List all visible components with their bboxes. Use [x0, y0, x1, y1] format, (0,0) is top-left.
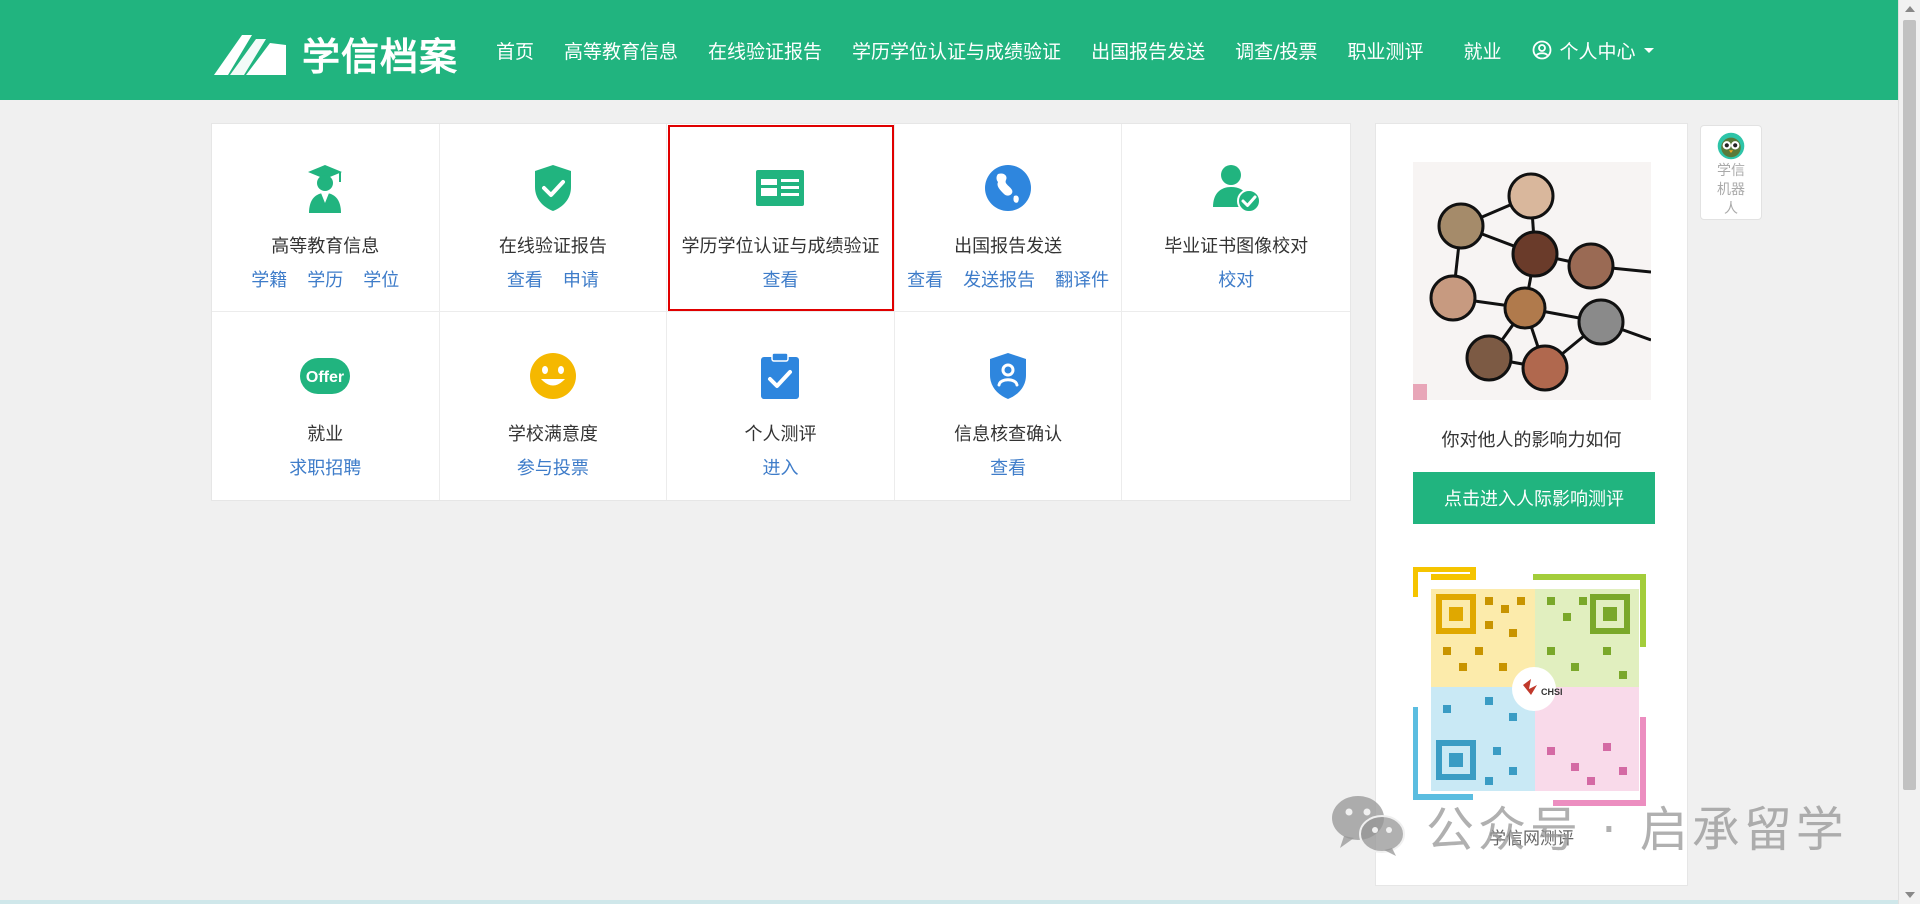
link-enter[interactable]: 进入 [762, 454, 798, 480]
wechat-watermark: 公众号 · 启承留学 [1330, 790, 1848, 860]
shield-user-icon [982, 350, 1034, 402]
link-view[interactable]: 查看 [507, 266, 543, 292]
chevron-down-icon [1643, 47, 1654, 53]
side-panel: 你对他人的影响力如何 点击进入人际影响测评 CHSI 学信网测评 [1375, 123, 1688, 886]
top-header: 学信档案 首页 高等教育信息 在线验证报告 学历学位认证与成绩验证 出国报告发送… [0, 0, 1898, 100]
influence-test-button[interactable]: 点击进入人际影响测评 [1413, 472, 1655, 524]
clipboard-check-icon [754, 350, 806, 402]
influence-caption: 你对他人的影响力如何 [1441, 430, 1622, 451]
owl-robot-icon [1717, 132, 1745, 160]
robot-label: 学信机器人 [1717, 163, 1745, 217]
nav-online-report[interactable]: 在线验证报告 [708, 37, 822, 64]
offer-icon: Offer [299, 350, 351, 402]
service-title: 就业 [307, 424, 344, 445]
nav-home[interactable]: 首页 [496, 37, 534, 64]
service-title: 学校满意度 [507, 424, 598, 445]
service-title: 信息核查确认 [954, 424, 1063, 445]
logo-mark-icon [214, 34, 286, 75]
user-center-label: 个人中心 [1559, 40, 1636, 63]
svg-text:Offer: Offer [306, 369, 344, 386]
nav-employment[interactable]: 就业 [1464, 37, 1502, 64]
service-title: 个人测评 [744, 424, 817, 445]
globe-icon [982, 162, 1034, 214]
nav-abroad-report[interactable]: 出国报告发送 [1091, 37, 1205, 64]
empty-cell [1122, 312, 1350, 500]
service-title: 在线验证报告 [498, 236, 607, 257]
service-employment: Offer 就业 求职招聘 [212, 312, 440, 500]
service-links: 查看 [990, 454, 1026, 480]
service-links: 学籍 学历 学位 [251, 266, 399, 292]
link-proofread[interactable]: 校对 [1218, 266, 1254, 292]
nav-career-test[interactable]: 职业测评 [1347, 37, 1423, 64]
services-grid: 高等教育信息 学籍 学历 学位 在线验证报告 查看 申请 学历学位认证与成绩验证… [211, 123, 1351, 501]
bottom-divider [0, 900, 1898, 904]
link-xuewei[interactable]: 学位 [363, 266, 399, 292]
robot-assistant-button[interactable]: 学信机器人 [1700, 125, 1762, 220]
logo[interactable]: 学信档案 [212, 26, 458, 81]
service-title: 出国报告发送 [954, 236, 1063, 257]
link-xueli[interactable]: 学历 [307, 266, 343, 292]
logo-text: 学信档案 [302, 35, 459, 79]
service-links: 进入 [762, 454, 798, 480]
service-certificate-check: 毕业证书图像校对 校对 [1122, 124, 1350, 312]
service-higher-education: 高等教育信息 学籍 学历 学位 [212, 124, 440, 312]
graduate-icon [299, 162, 351, 214]
scroll-down-icon[interactable] [1905, 892, 1915, 898]
user-center-menu[interactable]: 个人中心 [1532, 37, 1654, 64]
shield-check-icon [527, 162, 579, 214]
watermark-text: 公众号 · 启承留学 [1426, 802, 1848, 858]
service-links: 查看 [762, 266, 798, 292]
qr-code: CHSI [1412, 566, 1655, 811]
link-xueji[interactable]: 学籍 [251, 266, 287, 292]
smiley-icon [527, 350, 579, 402]
link-apply[interactable]: 申请 [563, 266, 599, 292]
link-job-search[interactable]: 求职招聘 [289, 454, 361, 480]
service-online-report: 在线验证报告 查看 申请 [439, 124, 668, 312]
link-view[interactable]: 查看 [907, 266, 943, 292]
link-view[interactable]: 查看 [762, 266, 798, 292]
link-send-report[interactable]: 发送报告 [963, 266, 1035, 292]
service-title: 学历学位认证与成绩验证 [681, 236, 880, 257]
nav-survey[interactable]: 调查/投票 [1235, 37, 1317, 64]
link-translation[interactable]: 翻译件 [1055, 266, 1109, 292]
main-nav: 首页 高等教育信息 在线验证报告 学历学位认证与成绩验证 出国报告发送 调查/投… [496, 0, 1654, 100]
scrollbar-thumb[interactable] [1903, 20, 1916, 790]
wechat-icon [1332, 796, 1405, 856]
id-card-icon [754, 162, 806, 214]
service-personal-test: 个人测评 进入 [667, 312, 895, 500]
user-circle-icon [1532, 40, 1551, 60]
scroll-up-icon[interactable] [1905, 6, 1915, 12]
service-links: 校对 [1218, 266, 1254, 292]
service-links: 求职招聘 [289, 454, 361, 480]
service-title: 高等教育信息 [271, 236, 380, 257]
service-info-verification: 信息核查确认 查看 [895, 312, 1123, 500]
service-links: 参与投票 [517, 454, 589, 480]
link-view[interactable]: 查看 [990, 454, 1026, 480]
service-title: 毕业证书图像校对 [1164, 236, 1309, 257]
vertical-scrollbar[interactable] [1898, 0, 1920, 904]
service-links: 查看 申请 [507, 266, 599, 292]
service-links: 查看 发送报告 翻译件 [907, 266, 1109, 292]
qr-center-label: CHSI [1541, 687, 1563, 697]
link-vote[interactable]: 参与投票 [517, 454, 589, 480]
nav-degree-verification[interactable]: 学历学位认证与成绩验证 [852, 37, 1061, 64]
influence-network-image[interactable] [1413, 162, 1651, 400]
service-abroad-report: 出国报告发送 查看 发送报告 翻译件 [894, 124, 1123, 312]
service-school-satisfaction: 学校满意度 参与投票 [440, 312, 668, 500]
nav-higher-education[interactable]: 高等教育信息 [564, 37, 678, 64]
service-degree-verification[interactable]: 学历学位认证与成绩验证 查看 [667, 124, 895, 312]
user-check-icon [1210, 162, 1262, 214]
